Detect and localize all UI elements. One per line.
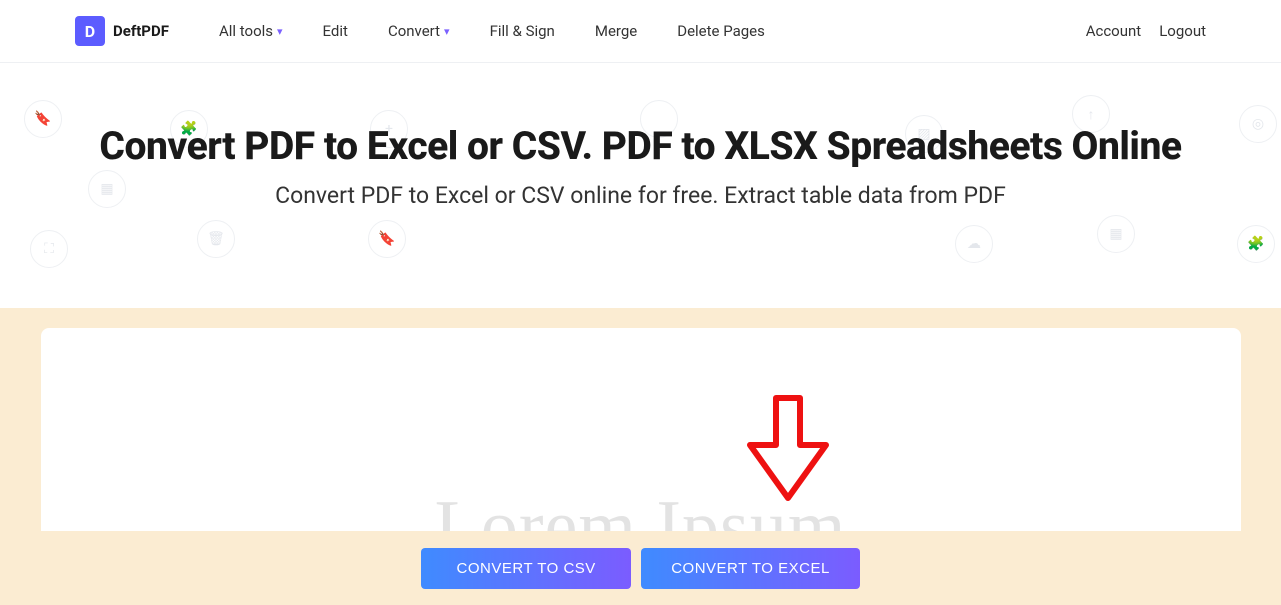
- nav-all-tools-label: All tools: [219, 22, 273, 40]
- nav-merge[interactable]: Merge: [595, 22, 637, 40]
- account-area: Account Logout: [1086, 22, 1206, 40]
- upload-card[interactable]: Lorem Ipsum: [41, 328, 1241, 548]
- chevron-down-icon: ▾: [277, 25, 283, 38]
- main-header: D DeftPDF All tools ▾ Edit Convert ▾ Fil…: [0, 0, 1281, 63]
- nav-edit-label: Edit: [323, 22, 348, 40]
- page-title: Convert PDF to Excel or CSV. PDF to XLSX…: [40, 123, 1241, 170]
- main-nav: All tools ▾ Edit Convert ▾ Fill & Sign M…: [219, 22, 765, 40]
- logo-link[interactable]: D DeftPDF: [75, 16, 169, 46]
- page-subtitle: Convert PDF to Excel or CSV online for f…: [40, 182, 1241, 209]
- account-link[interactable]: Account: [1086, 22, 1142, 40]
- nav-delete-pages[interactable]: Delete Pages: [677, 22, 765, 40]
- hero-section: Convert PDF to Excel or CSV. PDF to XLSX…: [0, 63, 1281, 249]
- nav-merge-label: Merge: [595, 22, 637, 40]
- nav-all-tools[interactable]: All tools ▾: [219, 22, 283, 40]
- nav-fill-sign[interactable]: Fill & Sign: [490, 22, 555, 40]
- convert-to-excel-button[interactable]: CONVERT TO EXCEL: [641, 548, 860, 589]
- nav-fill-sign-label: Fill & Sign: [490, 22, 555, 40]
- nav-convert-label: Convert: [388, 22, 440, 40]
- logo-text: DeftPDF: [113, 22, 169, 40]
- nav-convert[interactable]: Convert ▾: [388, 22, 450, 40]
- logout-link[interactable]: Logout: [1159, 22, 1206, 40]
- nav-edit[interactable]: Edit: [323, 22, 348, 40]
- nav-delete-pages-label: Delete Pages: [677, 22, 765, 40]
- logo-icon: D: [75, 16, 105, 46]
- convert-to-csv-button[interactable]: CONVERT TO CSV: [421, 548, 631, 589]
- chevron-down-icon: ▾: [444, 25, 450, 38]
- action-bar: CONVERT TO CSV CONVERT TO EXCEL: [0, 531, 1281, 605]
